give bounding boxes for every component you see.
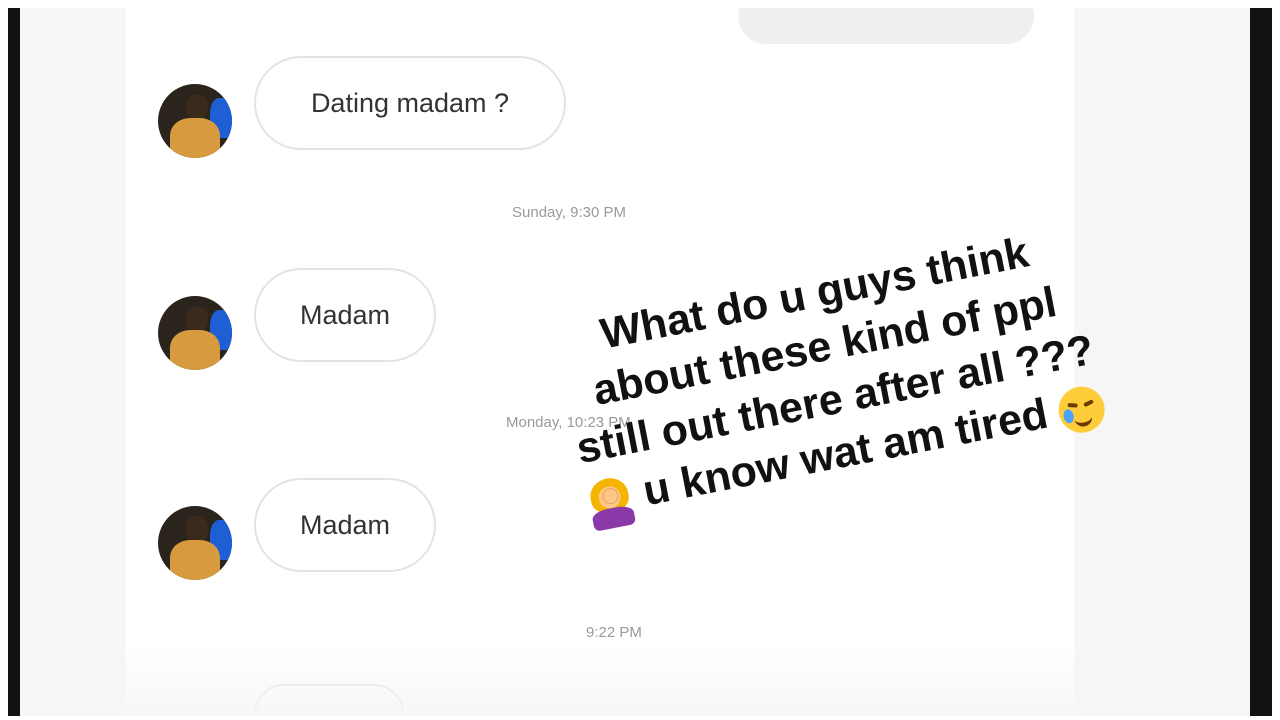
- video-frame: Dating madam ? Sunday, 9:30 PM Madam Mon…: [0, 0, 1280, 720]
- face-with-tear-icon: [1055, 382, 1109, 437]
- message-bubble[interactable]: Madam: [254, 478, 436, 572]
- message-bubble[interactable]: Madam: [254, 268, 436, 362]
- avatar[interactable]: [158, 84, 232, 158]
- message-bubble[interactable]: Dating madam ?: [254, 56, 566, 150]
- message-text: Madam: [299, 509, 391, 540]
- left-border: [8, 8, 20, 716]
- top-edge: [0, 0, 1280, 8]
- sent-message-bubble: [738, 8, 1034, 44]
- bottom-fade: [126, 648, 1074, 716]
- message-text: Madam: [299, 299, 391, 330]
- avatar[interactable]: [158, 506, 232, 580]
- right-border: [1250, 8, 1272, 716]
- avatar[interactable]: [158, 296, 232, 370]
- woman-facepalming-icon: [583, 474, 637, 532]
- message-text: Dating madam ?: [310, 87, 510, 118]
- timestamp: Sunday, 9:30 PM: [512, 204, 626, 221]
- timestamp: 9:22 PM: [586, 624, 642, 641]
